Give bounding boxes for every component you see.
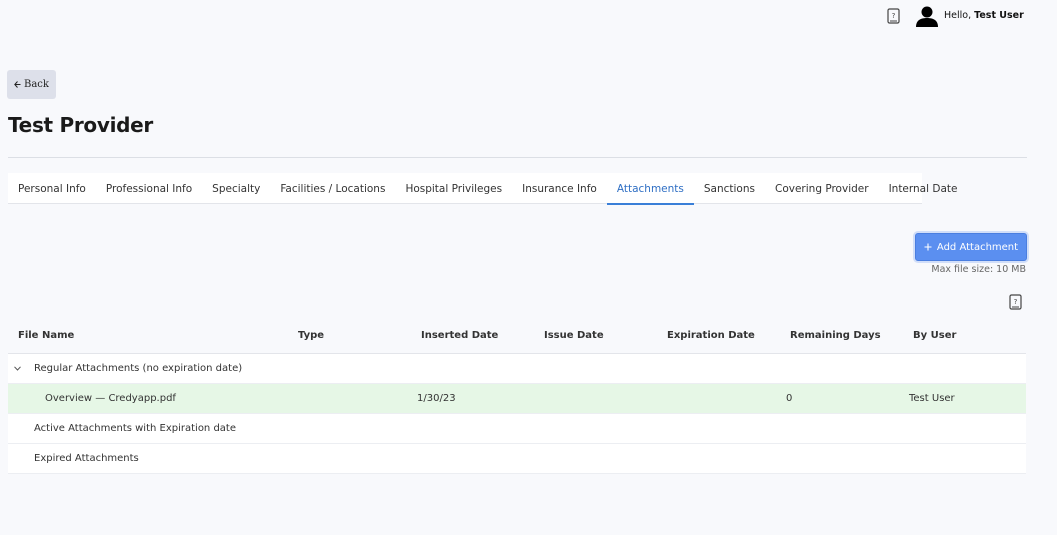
page-title: Test Provider bbox=[8, 113, 153, 137]
group-row-active[interactable]: Active Attachments with Expiration date bbox=[8, 414, 1026, 444]
tab-specialty[interactable]: Specialty bbox=[202, 173, 270, 204]
file-name-cell[interactable]: Overview — Credyapp.pdf bbox=[45, 393, 176, 404]
tab-hospital-privileges[interactable]: Hospital Privileges bbox=[395, 173, 512, 204]
group-label: Expired Attachments bbox=[34, 453, 139, 464]
plus-icon bbox=[924, 243, 932, 251]
group-row-regular[interactable]: Regular Attachments (no expiration date) bbox=[8, 354, 1026, 384]
group-row-expired[interactable]: Expired Attachments bbox=[8, 444, 1026, 474]
user-name: Test User bbox=[974, 10, 1024, 21]
group-label: Active Attachments with Expiration date bbox=[34, 423, 237, 434]
tab-covering-provider[interactable]: Covering Provider bbox=[765, 173, 879, 204]
column-header-file-name[interactable]: File Name bbox=[18, 330, 74, 341]
tab-insurance-info[interactable]: Insurance Info bbox=[512, 173, 607, 204]
column-header-by-user[interactable]: By User bbox=[913, 330, 956, 341]
tab-attachments[interactable]: Attachments bbox=[606, 173, 694, 205]
tab-sanctions[interactable]: Sanctions bbox=[694, 173, 765, 204]
arrow-left-icon bbox=[14, 81, 21, 88]
tab-personal-info[interactable]: Personal Info bbox=[8, 173, 96, 204]
tab-internal-date[interactable]: Internal Date bbox=[879, 173, 968, 204]
top-bar: ? Hello, Test User bbox=[0, 0, 1057, 34]
remaining-days-cell: 0 bbox=[786, 393, 793, 404]
tab-facilities-locations[interactable]: Facilities / Locations bbox=[270, 173, 395, 204]
tab-bar: Personal Info Professional Info Specialt… bbox=[8, 173, 957, 205]
attachments-table: File Name Type Inserted Date Issue Date … bbox=[8, 318, 1026, 474]
tab-professional-info[interactable]: Professional Info bbox=[96, 173, 202, 204]
back-button[interactable]: Back bbox=[7, 70, 56, 99]
max-file-size-note: Max file size: 10 MB bbox=[931, 264, 1026, 275]
user-greeting: Hello, Test User bbox=[944, 10, 1024, 21]
group-label: Regular Attachments (no expiration date) bbox=[34, 363, 243, 374]
by-user-cell: Test User bbox=[909, 393, 955, 404]
table-header: File Name Type Inserted Date Issue Date … bbox=[8, 318, 1026, 354]
user-avatar-icon[interactable] bbox=[915, 5, 939, 27]
divider bbox=[8, 157, 1027, 158]
svg-text:?: ? bbox=[892, 12, 896, 20]
column-header-type[interactable]: Type bbox=[298, 330, 324, 341]
svg-text:?: ? bbox=[1014, 298, 1018, 306]
column-header-remaining-days[interactable]: Remaining Days bbox=[790, 330, 881, 341]
back-label: Back bbox=[24, 79, 49, 90]
table-row[interactable]: Overview — Credyapp.pdf 1/30/23 0 Test U… bbox=[8, 384, 1026, 414]
inserted-date-cell: 1/30/23 bbox=[417, 393, 456, 404]
column-header-issue-date[interactable]: Issue Date bbox=[544, 330, 604, 341]
column-header-inserted-date[interactable]: Inserted Date bbox=[421, 330, 498, 341]
column-header-expiration-date[interactable]: Expiration Date bbox=[667, 330, 755, 341]
add-attachment-label: Add Attachment bbox=[936, 241, 1019, 253]
help-book-icon[interactable]: ? bbox=[1009, 294, 1022, 310]
chevron-down-icon[interactable] bbox=[14, 366, 21, 371]
help-book-icon[interactable]: ? bbox=[887, 8, 900, 24]
add-attachment-button[interactable]: Add Attachment bbox=[915, 233, 1027, 261]
